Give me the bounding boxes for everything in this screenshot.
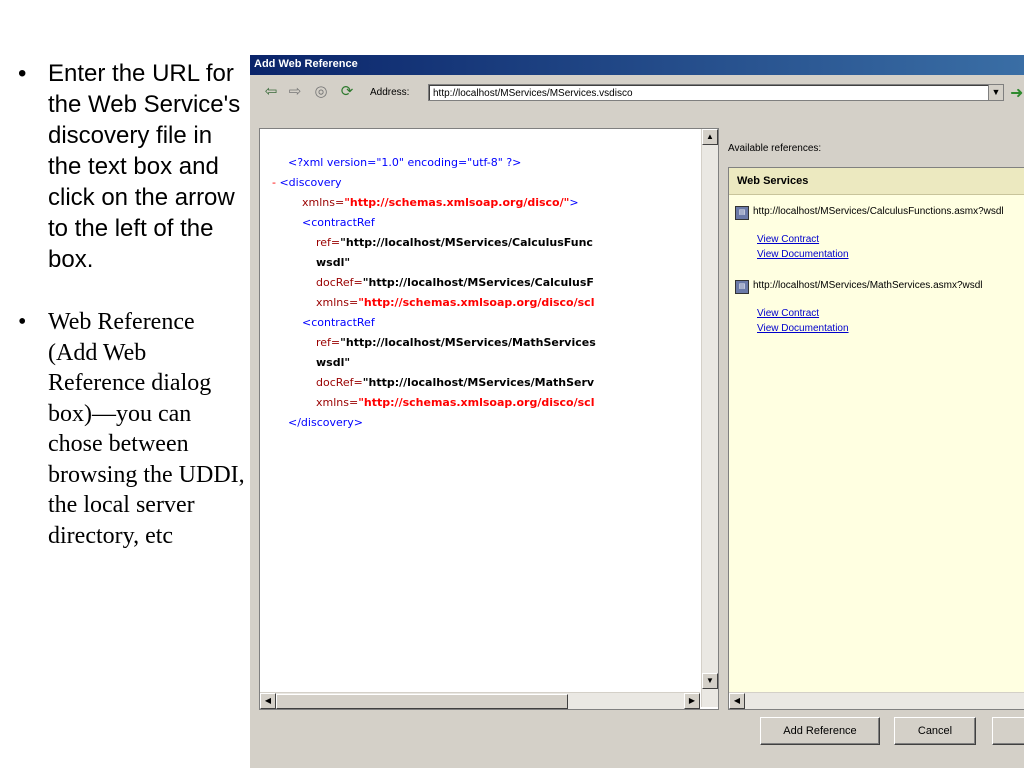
xml-value: "http://schemas.xmlsoap.org/disco/scl: [358, 296, 595, 309]
view-contract-link[interactable]: View Contract: [757, 234, 819, 245]
back-arrow-icon[interactable]: ⇦: [262, 83, 280, 101]
chevron-left-icon: ◀: [264, 696, 272, 705]
add-web-reference-dialog: Add Web Reference ⇦ ⇨ ◎ ⟳ Address: http:…: [249, 55, 1024, 768]
chevron-right-icon: ▶: [688, 696, 696, 705]
xml-line-contractref-2: <contractRef: [302, 316, 375, 329]
xml-attr: docRef=: [316, 276, 363, 289]
chevron-up-icon: ▲: [706, 132, 714, 141]
xml-value: "http://localhost/MServices/MathServ: [362, 376, 595, 389]
bullet-text: Web Reference (Add Web Reference dialog …: [48, 309, 245, 549]
xml-attr: ref=: [316, 336, 341, 349]
chevron-down-icon: ▼: [706, 676, 714, 685]
references-horizontal-scrollbar[interactable]: ◀: [729, 692, 1024, 709]
chevron-down-icon: ▼: [991, 87, 1001, 97]
xml-value: "http://localhost/MServices/CalculusFunc: [340, 236, 593, 249]
xml-value: "http://localhost/MServices/MathServices: [340, 336, 596, 349]
go-arrow-icon[interactable]: ➜: [1010, 83, 1023, 103]
dialog-titlebar: Add Web Reference: [250, 55, 1024, 75]
service-url: http://localhost/MServices/MathServices.…: [753, 280, 983, 291]
slide-bullets: • Enter the URL for the Web Service's di…: [10, 58, 250, 551]
add-reference-button[interactable]: Add Reference: [760, 717, 880, 745]
xml-attr: docRef=: [316, 376, 363, 389]
scroll-down-button[interactable]: ▼: [702, 673, 718, 689]
web-services-header: Web Services: [729, 168, 1024, 195]
scroll-left-button[interactable]: ◀: [260, 693, 276, 709]
xml-line-docref-1: docRef="http://localhost/MServices/Calcu…: [316, 273, 594, 293]
address-label: Address:: [370, 87, 410, 98]
xml-horizontal-scrollbar[interactable]: ◀ ▶: [260, 692, 700, 709]
xml-line-discovery-close: </discovery>: [288, 416, 363, 429]
xml-tag: <discovery: [279, 176, 342, 189]
bullet-item-1: • Enter the URL for the Web Service's di…: [10, 58, 250, 275]
address-dropdown-button[interactable]: ▼: [988, 84, 1004, 101]
xml-attr: xmlns=: [316, 396, 359, 409]
stop-icon[interactable]: ◎: [312, 83, 330, 101]
xml-line-xmlns: xmlns="http://schemas.xmlsoap.org/disco/…: [302, 196, 579, 209]
xml-vertical-scrollbar[interactable]: ▲ ▼: [701, 129, 718, 707]
view-documentation-link[interactable]: View Documentation: [757, 323, 849, 334]
forward-arrow-icon[interactable]: ⇨: [286, 83, 304, 101]
chevron-left-icon: ◀: [733, 696, 741, 705]
dialog-title: Add Web Reference: [254, 58, 358, 70]
service-url: http://localhost/MServices/CalculusFunct…: [753, 206, 1004, 217]
xml-line-contractref-1: <contractRef: [302, 216, 375, 229]
scroll-up-button[interactable]: ▲: [702, 129, 718, 145]
xml-attr: ref=: [316, 236, 341, 249]
web-services-title: Web Services: [737, 175, 809, 187]
xml-content: <?xml version="1.0" encoding="utf-8" ?> …: [260, 129, 700, 689]
xml-line-wsdl-2: wsdl": [316, 356, 351, 369]
xml-value: "http://schemas.xmlsoap.org/disco/scl: [358, 396, 595, 409]
discovery-xml-pane[interactable]: <?xml version="1.0" encoding="utf-8" ?> …: [259, 128, 719, 710]
view-documentation-link[interactable]: View Documentation: [757, 249, 849, 260]
bullet-text: Enter the URL for the Web Service's disc…: [48, 60, 241, 273]
scroll-thumb[interactable]: [276, 694, 568, 709]
available-references-label: Available references:: [728, 143, 822, 154]
scroll-right-button[interactable]: ▶: [684, 693, 700, 709]
bullet-dot: •: [18, 309, 27, 335]
view-contract-link[interactable]: View Contract: [757, 308, 819, 319]
xml-attr: xmlns=: [302, 196, 345, 209]
xml-value: "http://localhost/MServices/CalculusF: [362, 276, 594, 289]
xml-declaration: <?xml version="1.0" encoding="utf-8" ?>: [288, 156, 522, 169]
xml-line-xmlns-sc-1: xmlns="http://schemas.xmlsoap.org/disco/…: [316, 293, 594, 313]
xml-line-discovery: - <discovery: [272, 176, 342, 189]
web-service-icon: ▤: [735, 280, 749, 294]
web-service-icon: ▤: [735, 206, 749, 220]
bullet-dot: •: [18, 60, 27, 87]
xml-value: "http://schemas.xmlsoap.org/disco/": [344, 196, 570, 209]
xml-line-docref-2: docRef="http://localhost/MServices/MathS…: [316, 373, 594, 393]
bullet-item-2: • Web Reference (Add Web Reference dialo…: [10, 307, 250, 551]
available-references-pane: Web Services ▤ http://localhost/MService…: [728, 167, 1024, 710]
refresh-icon[interactable]: ⟳: [338, 83, 356, 101]
scroll-left-button[interactable]: ◀: [729, 693, 745, 709]
address-input[interactable]: http://localhost/MServices/MServices.vsd…: [428, 84, 990, 101]
xml-line-ref-1: ref="http://localhost/MServices/Calculus…: [316, 233, 593, 253]
cancel-button[interactable]: Cancel: [894, 717, 976, 745]
xml-line-wsdl-1: wsdl": [316, 256, 351, 269]
help-button[interactable]: [992, 717, 1024, 745]
address-toolbar: ⇦ ⇨ ◎ ⟳ Address: http://localhost/MServi…: [250, 77, 1024, 107]
xml-line-xmlns-sc-2: xmlns="http://schemas.xmlsoap.org/disco/…: [316, 393, 594, 413]
xml-attr: xmlns=: [316, 296, 359, 309]
xml-line-ref-2: ref="http://localhost/MServices/MathServ…: [316, 333, 596, 353]
